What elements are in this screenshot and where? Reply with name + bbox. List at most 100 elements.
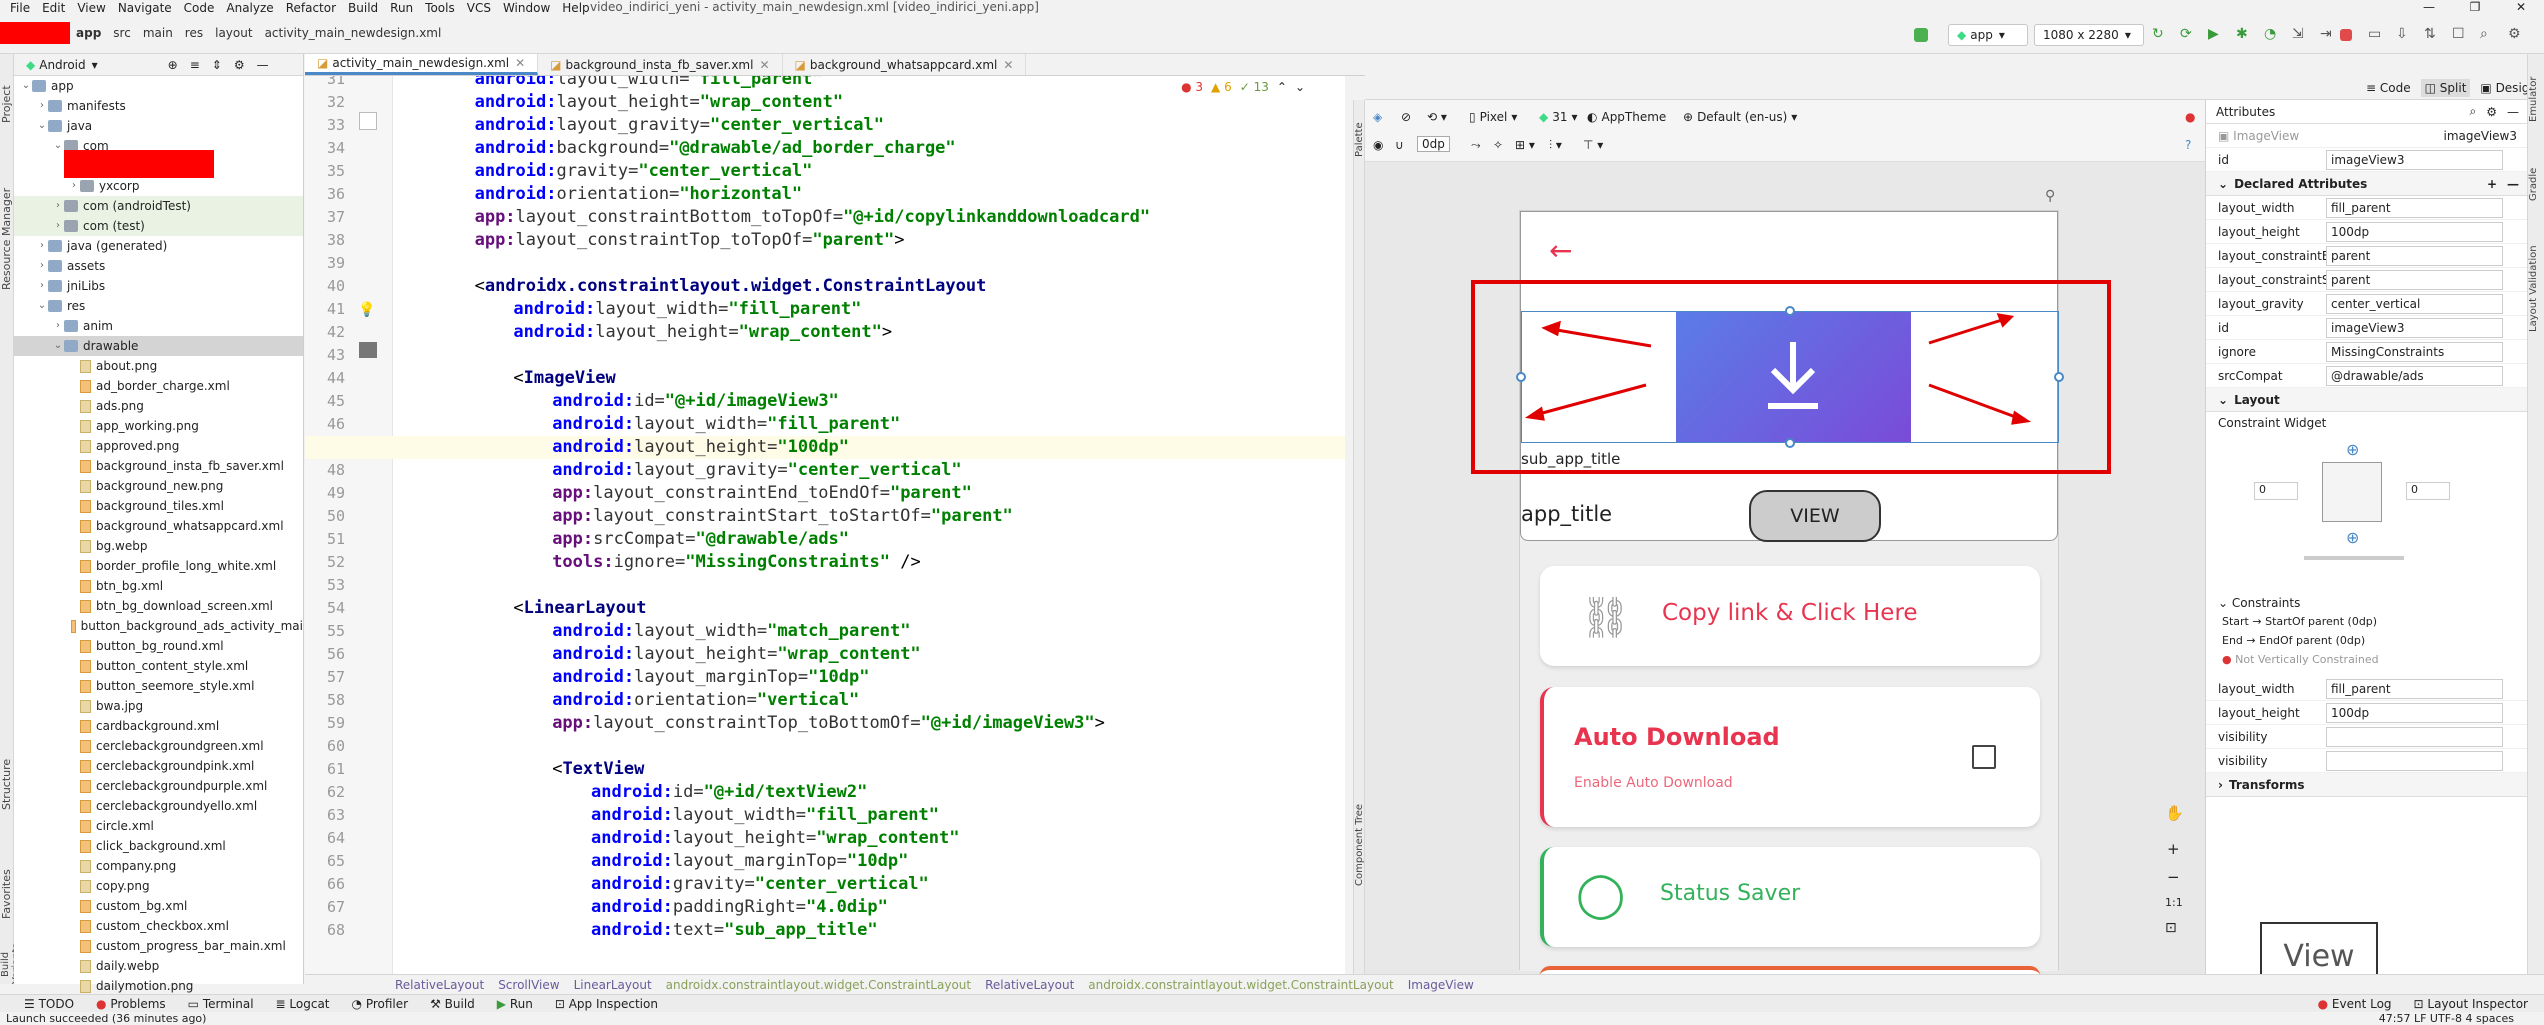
attribute-value-input[interactable]: MissingConstraints: [2326, 341, 2503, 362]
code-line[interactable]: android:background="@drawable/ad_border_…: [397, 137, 1337, 160]
chevron-down-icon[interactable]: ▾: [92, 58, 98, 72]
help-icon[interactable]: ?: [2185, 138, 2191, 152]
attribute-value-input[interactable]: fill_parent: [2326, 197, 2503, 218]
chevron-right-icon[interactable]: ›: [36, 96, 48, 116]
component-breadcrumb-item[interactable]: androidx.constraintlayout.widget.Constra…: [666, 978, 971, 992]
tab-profiler[interactable]: ◔ Profiler: [352, 997, 409, 1011]
pan-icon[interactable]: ✋: [2165, 804, 2184, 822]
layers-icon[interactable]: ◈: [1373, 110, 1382, 124]
settings-icon[interactable]: ⚙: [2508, 26, 2526, 44]
chevron-right-icon[interactable]: ›: [36, 256, 48, 276]
tree-file-item[interactable]: approved.png: [14, 436, 303, 456]
close-icon[interactable]: ✕: [2498, 0, 2544, 14]
view-button[interactable]: VIEW: [1749, 490, 1881, 542]
tab-favorites[interactable]: Favorites: [0, 854, 14, 934]
run-config-select[interactable]: ◆ app ▾: [1948, 24, 2028, 46]
tree-folder-item[interactable]: ⌄ res: [14, 296, 303, 316]
code-line[interactable]: android:id="@+id/textView2": [397, 781, 1337, 804]
code-line[interactable]: android:layout_height="wrap_content": [397, 91, 1337, 114]
code-line[interactable]: android:layout_width="fill_parent": [397, 413, 1337, 436]
device-manager-icon[interactable]: ▭: [2368, 26, 2386, 44]
hide-icon[interactable]: —: [2507, 105, 2519, 119]
code-line[interactable]: app:layout_constraintStart_toStartOf="pa…: [397, 505, 1337, 528]
code-line[interactable]: app:layout_constraintTop_toBottomOf="@+i…: [397, 712, 1337, 735]
attribute-value-input[interactable]: 100dp: [2326, 702, 2503, 723]
code-line[interactable]: android:paddingRight="4.0dip": [397, 896, 1337, 919]
tree-file-item[interactable]: bwa.jpg: [14, 696, 303, 716]
split-mode-button[interactable]: ◫ Split: [2420, 78, 2471, 97]
close-icon[interactable]: ✕: [1003, 58, 1013, 72]
search-icon[interactable]: ⌕: [2470, 104, 2477, 119]
chevron-right-icon[interactable]: ›: [52, 316, 64, 336]
tab-activity-main[interactable]: ◪ activity_main_newdesign.xml ✕: [305, 54, 539, 75]
search-icon[interactable]: ⌕: [2480, 26, 2498, 44]
chevron-down-icon[interactable]: ⌄: [52, 136, 64, 156]
component-breadcrumb-item[interactable]: RelativeLayout: [985, 978, 1074, 992]
code-line[interactable]: android:layout_gravity="center_vertical": [397, 459, 1337, 482]
tree-file-item[interactable]: cerclebackgroundpink.xml: [14, 756, 303, 776]
attribute-value-input[interactable]: 100dp: [2326, 221, 2503, 242]
tab-background-insta[interactable]: ◪ background_insta_fb_saver.xml ✕: [538, 54, 783, 75]
tree-file-item[interactable]: btn_bg.xml: [14, 576, 303, 596]
code-line[interactable]: android:layout_height="100dp": [305, 436, 1345, 459]
tab-app-inspection[interactable]: ⊡ App Inspection: [555, 997, 658, 1011]
menu-window[interactable]: Window: [497, 1, 556, 15]
zoom-out-icon[interactable]: −: [2167, 868, 2180, 886]
tree-folder-item[interactable]: ⌄ drawable: [14, 336, 303, 356]
chevron-right-icon[interactable]: ›: [52, 196, 64, 216]
code-line[interactable]: tools:ignore="MissingConstraints" />: [397, 551, 1337, 574]
left-margin-input[interactable]: 0: [2254, 482, 2298, 500]
tab-project[interactable]: Project: [0, 64, 14, 144]
attribute-value-input[interactable]: @drawable/ads: [2326, 365, 2503, 386]
menu-file[interactable]: File: [4, 1, 36, 15]
code-mode-button[interactable]: ≡ Code: [2366, 81, 2411, 95]
add-bottom-constraint-icon[interactable]: ⊕: [2346, 528, 2359, 547]
code-line[interactable]: app:layout_constraintBottom_toTopOf="@+i…: [397, 206, 1337, 229]
project-view-select[interactable]: Android: [39, 58, 85, 72]
align-icon[interactable]: ⫶ ▾: [1549, 138, 1562, 153]
component-breadcrumb-item[interactable]: ImageView: [1408, 978, 1474, 992]
id-input[interactable]: imageView3: [2326, 149, 2503, 170]
sync-icon[interactable]: ⇅: [2424, 26, 2442, 44]
attribute-value-input[interactable]: center_vertical: [2326, 293, 2503, 314]
tree-file-item[interactable]: btn_bg_download_screen.xml: [14, 596, 303, 616]
debug-icon[interactable]: ✱: [2236, 26, 2254, 44]
hide-icon[interactable]: —: [257, 58, 269, 72]
menu-run[interactable]: Run: [384, 1, 419, 15]
tree-file-item[interactable]: button_content_style.xml: [14, 656, 303, 676]
tree-file-item[interactable]: background_new.png: [14, 476, 303, 496]
code-line[interactable]: android:id="@+id/imageView3": [397, 390, 1337, 413]
component-breadcrumb-item[interactable]: RelativeLayout: [395, 978, 484, 992]
tree-file-item[interactable]: border_profile_long_white.xml: [14, 556, 303, 576]
auto-download-card[interactable]: Auto Download Enable Auto Download: [1540, 687, 2040, 827]
tab-build-variants[interactable]: Build Variants: [0, 934, 22, 994]
attribute-value-input[interactable]: fill_parent: [2326, 678, 2503, 699]
chevron-down-icon[interactable]: ⌄: [20, 76, 32, 96]
device-dropdown[interactable]: ▯ Pixel ▾: [1469, 110, 1517, 124]
tree-file-item[interactable]: dailymotion.png: [14, 976, 303, 996]
eye-icon[interactable]: ◉: [1373, 138, 1383, 152]
collapse-icon[interactable]: ≡: [190, 58, 200, 72]
apply-changes-icon[interactable]: ⟳: [2180, 26, 2198, 44]
code-line[interactable]: android:orientation="horizontal": [397, 183, 1337, 206]
hammer-icon[interactable]: [1914, 28, 1928, 42]
tree-file-item[interactable]: about.png: [14, 356, 303, 376]
tree-folder-item[interactable]: › jniLibs: [14, 276, 303, 296]
layout-section-header[interactable]: ⌄ Layout: [2206, 388, 2527, 412]
zoom-in-icon[interactable]: +: [2167, 840, 2180, 858]
inspection-widget[interactable]: ● 3 ▲ 6 ✓ 13 ⌃ ⌄: [1181, 80, 1305, 94]
tree-folder-item[interactable]: › yxcorp: [14, 176, 303, 196]
tree-file-item[interactable]: circle.xml: [14, 816, 303, 836]
tab-todo[interactable]: ☰ TODO: [24, 997, 74, 1011]
code-line[interactable]: android:layout_width="fill_parent": [397, 298, 1337, 321]
close-icon[interactable]: ✕: [515, 56, 525, 70]
menu-refactor[interactable]: Refactor: [280, 1, 342, 15]
stop-icon[interactable]: [2340, 29, 2352, 41]
pack-icon[interactable]: ⊞ ▾: [1515, 138, 1535, 152]
tree-folder-item[interactable]: › com (test): [14, 216, 303, 236]
tree-file-item[interactable]: background_whatsappcard.xml: [14, 516, 303, 536]
tree-folder-item[interactable]: › assets: [14, 256, 303, 276]
code-line[interactable]: [397, 735, 1337, 758]
attach-process-icon[interactable]: ⇥: [2320, 26, 2338, 44]
constraint-widget[interactable]: ⊕ 0 0 ⊕: [2206, 434, 2527, 594]
